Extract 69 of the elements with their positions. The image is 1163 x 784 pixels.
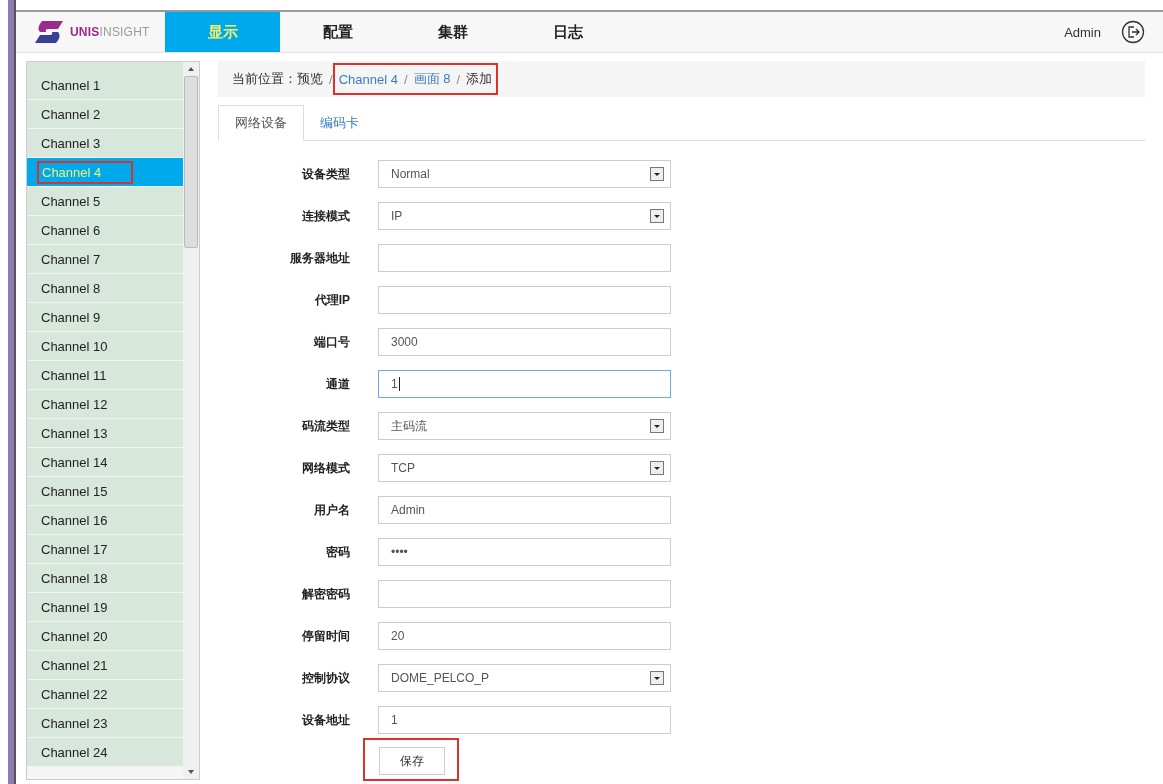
channel-item[interactable]: Channel 2 xyxy=(27,100,183,129)
breadcrumb-separator: / xyxy=(403,71,408,87)
input-field[interactable] xyxy=(378,580,671,608)
input-field[interactable] xyxy=(378,244,671,272)
tab[interactable]: 编码卡 xyxy=(304,105,375,141)
scrollbar[interactable] xyxy=(183,62,199,779)
channel-item[interactable]: Channel 8 xyxy=(27,274,183,303)
dropdown-field[interactable]: TCP xyxy=(378,454,671,482)
nav-tab[interactable]: 集群 xyxy=(395,12,510,52)
field-label: 服务器地址 xyxy=(289,249,350,267)
breadcrumb-current: 添加 xyxy=(466,70,492,88)
field-label: 端口号 xyxy=(313,333,350,351)
input-field[interactable]: 1 xyxy=(378,706,671,734)
field-label: 用户名 xyxy=(313,501,350,519)
logo-icon xyxy=(34,20,64,44)
nav-tab[interactable]: 日志 xyxy=(510,12,625,52)
dropdown-field[interactable]: IP xyxy=(378,202,671,230)
dropdown-field[interactable]: 主码流 xyxy=(378,412,671,440)
input-field[interactable]: •••• xyxy=(378,538,671,566)
tab[interactable]: 网络设备 xyxy=(218,105,304,141)
breadcrumb-separator: / xyxy=(329,71,333,87)
channel-item[interactable]: Channel 24 xyxy=(27,738,183,767)
input-field[interactable]: 1 xyxy=(378,370,671,398)
channel-item[interactable]: Channel 20 xyxy=(27,622,183,651)
field-label: 停留时间 xyxy=(301,627,350,645)
field-label: 密码 xyxy=(325,543,350,561)
input-field[interactable]: Admin xyxy=(378,496,671,524)
channel-item[interactable]: Channel 16 xyxy=(27,506,183,535)
channel-item[interactable]: Channel 10 xyxy=(27,332,183,361)
channel-item[interactable]: Channel 6 xyxy=(27,216,183,245)
channel-item[interactable]: Channel 11 xyxy=(27,361,183,390)
channel-item[interactable]: Channel 14 xyxy=(27,448,183,477)
channel-item[interactable]: Channel 22 xyxy=(27,680,183,709)
channel-item[interactable]: Channel 7 xyxy=(27,245,183,274)
field-label: 代理IP xyxy=(313,291,350,309)
channel-item[interactable]: Channel 3 xyxy=(27,129,183,158)
dropdown-field[interactable]: Normal xyxy=(378,160,671,188)
logout-icon[interactable] xyxy=(1121,20,1145,44)
breadcrumb-separator: / xyxy=(456,71,460,87)
field-label: 控制协议 xyxy=(301,669,350,687)
field-label: 通道 xyxy=(325,375,350,393)
field-label: 设备类型 xyxy=(300,165,350,183)
channel-item[interactable]: Channel 1 xyxy=(27,71,183,100)
input-field[interactable]: 20 xyxy=(378,622,671,650)
channel-item[interactable]: Channel 18 xyxy=(27,564,183,593)
channel-item[interactable]: Channel 5 xyxy=(27,187,183,216)
field-label: 连接模式 xyxy=(301,207,350,225)
channel-item[interactable]: Channel 12 xyxy=(27,390,183,419)
save-button[interactable]: 保存 xyxy=(379,747,445,775)
dropdown-field[interactable]: DOME_PELCO_P xyxy=(378,664,671,692)
nav-tab[interactable]: 配置 xyxy=(280,12,395,52)
input-field[interactable]: 3000 xyxy=(378,328,671,356)
brand-name: UNISINSIGHT xyxy=(70,25,150,39)
breadcrumb-link[interactable]: 画面 8 xyxy=(413,70,451,88)
breadcrumb-link[interactable]: Channel 4 xyxy=(338,71,398,87)
channel-item[interactable]: Channel 23 xyxy=(27,709,183,738)
field-label: 网络模式 xyxy=(301,459,350,477)
input-field[interactable] xyxy=(378,286,671,314)
channel-item[interactable]: Channel 13 xyxy=(27,419,183,448)
breadcrumb-label: 当前位置：预览 xyxy=(232,70,323,88)
channel-item[interactable]: Channel 17 xyxy=(27,535,183,564)
user-name: Admin xyxy=(1064,24,1101,40)
channel-item[interactable]: Channel 19 xyxy=(27,593,183,622)
channel-item[interactable]: Channel 9 xyxy=(27,303,183,332)
field-label: 设备地址 xyxy=(300,711,350,729)
channel-item[interactable]: Channel 21 xyxy=(27,651,183,680)
field-label: 解密密码 xyxy=(301,585,350,603)
channel-item[interactable]: Channel 15 xyxy=(27,477,183,506)
field-label: 码流类型 xyxy=(301,417,350,435)
